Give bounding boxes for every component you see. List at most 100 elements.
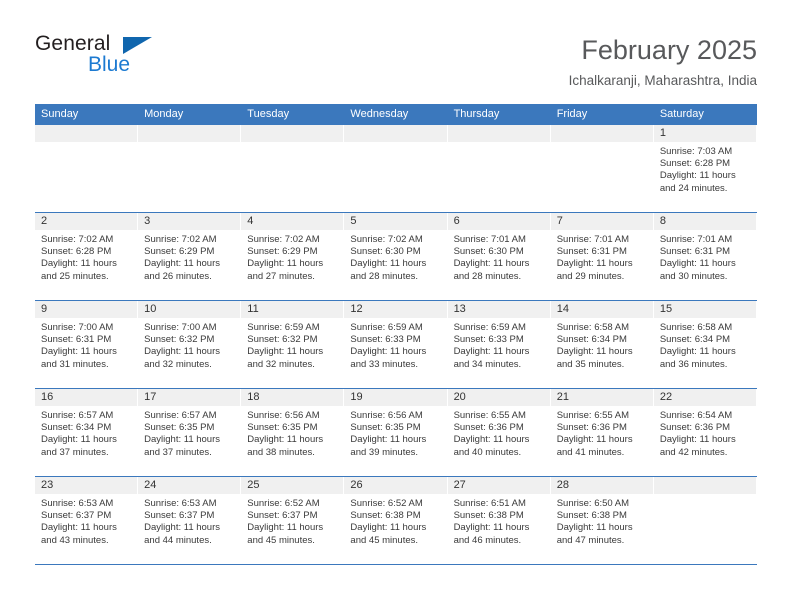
day-sunset-text: Sunset: 6:34 PM [556,334,627,346]
day-sunrise-text: Sunrise: 7:01 AM [453,234,526,245]
calendar-day-cell[interactable]: 21 Sunrise: 6:55 AM Sunset: 6:36 PM Dayligh… [550,389,654,476]
day-daylight-text: and 42 minutes. [659,446,728,458]
day-daylight-text: Daylight: 11 hours [453,258,530,270]
calendar-day-cell[interactable]: 27 Sunrise: 6:51 AM Sunset: 6:38 PM Dayligh… [447,477,551,564]
calendar-day-cell[interactable]: 25 Sunrise: 6:52 AM Sunset: 6:37 PM Dayligh… [241,477,345,564]
day-daylight-text: and 34 minutes. [453,358,522,370]
day-number: 11 [241,301,344,318]
day-sunrise-text: Sunrise: 7:03 AM [659,146,733,157]
calendar-day-cell[interactable]: 12 Sunrise: 6:59 AM Sunset: 6:33 PM Dayligh… [344,301,448,388]
calendar-day-cell[interactable]: 18 Sunrise: 6:56 AM Sunset: 6:35 PM Dayligh… [241,389,345,476]
day-sunset-text: Sunset: 6:35 PM [350,422,421,434]
calendar-day-cell[interactable]: 1 Sunrise: 7:03 AM Sunset: 6:28 PM Daylight… [653,125,757,212]
day-details: Sunrise: 6:57 AM Sunset: 6:34 PM Daylight:… [35,406,137,459]
calendar-day-cell[interactable]: 3 Sunrise: 7:02 AM Sunset: 6:29 PM Daylight… [138,213,242,300]
calendar-day-cell[interactable]: 19 Sunrise: 6:56 AM Sunset: 6:35 PM Dayligh… [344,389,448,476]
calendar-day-cell[interactable]: 6 Sunrise: 7:01 AM Sunset: 6:30 PM Daylight… [447,213,551,300]
day-sunset-text: Sunset: 6:36 PM [556,422,627,434]
calendar-week-row: 9 Sunrise: 7:00 AM Sunset: 6:31 PM Daylight… [35,300,757,388]
calendar-day-cell[interactable]: 23 Sunrise: 6:53 AM Sunset: 6:37 PM Dayligh… [35,477,139,564]
day-details: Sunrise: 7:02 AM Sunset: 6:28 PM Daylight:… [35,230,137,283]
day-details: Sunrise: 7:01 AM Sunset: 6:31 PM Daylight:… [654,230,756,283]
day-daylight-text: and 45 minutes. [350,534,419,546]
day-daylight-text: Daylight: 11 hours [247,346,324,358]
day-daylight-text: Daylight: 11 hours [41,346,117,358]
day-number: 21 [550,389,653,406]
page-header: General Blue February 2025 Ichalkaranji,… [35,33,757,95]
day-details: Sunrise: 6:51 AM Sunset: 6:38 PM Daylight:… [448,494,550,547]
calendar-empty-cell [550,125,654,212]
calendar-day-cell[interactable]: 5 Sunrise: 7:02 AM Sunset: 6:30 PM Daylight… [344,213,448,300]
day-daylight-text: and 36 minutes. [659,358,728,370]
day-number: 18 [241,389,344,406]
day-sunset-text: Sunset: 6:37 PM [144,510,215,522]
calendar-grid: Sunday Monday Tuesday Wednesday Thursday Frid… [35,104,757,565]
day-sunrise-text: Sunrise: 6:55 AM [453,410,526,421]
day-number: 23 [35,477,138,494]
day-details [344,142,446,146]
calendar-day-cell[interactable]: 16 Sunrise: 6:57 AM Sunset: 6:34 PM Dayligh… [35,389,139,476]
day-details: Sunrise: 7:02 AM Sunset: 6:29 PM Daylight:… [241,230,343,283]
day-sunset-text: Sunset: 6:28 PM [41,246,112,258]
day-daylight-text: and 30 minutes. [659,270,728,282]
calendar-day-cell[interactable]: 11 Sunrise: 6:59 AM Sunset: 6:32 PM Dayligh… [241,301,345,388]
calendar-day-cell[interactable]: 13 Sunrise: 6:59 AM Sunset: 6:33 PM Dayligh… [447,301,551,388]
calendar-empty-cell [241,125,345,212]
day-sunrise-text: Sunrise: 7:01 AM [556,234,630,245]
day-number: 19 [344,389,447,406]
calendar-day-cell[interactable]: 9 Sunrise: 7:00 AM Sunset: 6:31 PM Daylight… [35,301,139,388]
day-number [447,125,550,142]
day-sunset-text: Sunset: 6:37 PM [247,510,318,522]
calendar-day-cell[interactable]: 20 Sunrise: 6:55 AM Sunset: 6:36 PM Dayligh… [447,389,551,476]
calendar-day-cell[interactable]: 15 Sunrise: 6:58 AM Sunset: 6:34 PM Dayligh… [653,301,757,388]
calendar-day-cell[interactable]: 4 Sunrise: 7:02 AM Sunset: 6:29 PM Daylight… [241,213,345,300]
day-daylight-text: and 37 minutes. [144,446,212,458]
day-sunset-text: Sunset: 6:33 PM [350,334,421,346]
day-number: 28 [550,477,653,494]
calendar-day-cell[interactable]: 17 Sunrise: 6:57 AM Sunset: 6:35 PM Dayligh… [138,389,242,476]
calendar-day-cell[interactable]: 2 Sunrise: 7:02 AM Sunset: 6:28 PM Daylight… [35,213,139,300]
day-daylight-text: Daylight: 11 hours [659,346,736,358]
day-details: Sunrise: 6:57 AM Sunset: 6:35 PM Daylight:… [138,406,240,459]
day-daylight-text: Daylight: 11 hours [659,170,736,182]
general-blue-logo[interactable]: General Blue [35,33,185,89]
day-details: Sunrise: 6:53 AM Sunset: 6:37 PM Daylight:… [138,494,240,547]
day-sunset-text: Sunset: 6:36 PM [453,422,524,434]
day-daylight-text: and 35 minutes. [556,358,625,370]
day-daylight-text: Daylight: 11 hours [659,258,736,270]
day-sunrise-text: Sunrise: 6:53 AM [41,498,114,509]
calendar-day-cell[interactable]: 24 Sunrise: 6:53 AM Sunset: 6:37 PM Dayligh… [138,477,242,564]
day-number: 8 [653,213,756,230]
day-daylight-text: Daylight: 11 hours [41,522,117,534]
calendar-bottom-rule [35,564,757,565]
calendar-day-cell[interactable]: 14 Sunrise: 6:58 AM Sunset: 6:34 PM Dayligh… [550,301,654,388]
day-sunrise-text: Sunrise: 6:56 AM [247,410,320,421]
calendar-day-cell[interactable]: 22 Sunrise: 6:54 AM Sunset: 6:36 PM Dayligh… [653,389,757,476]
day-sunrise-text: Sunrise: 6:53 AM [144,498,217,509]
calendar-day-cell[interactable]: 8 Sunrise: 7:01 AM Sunset: 6:31 PM Daylight… [653,213,757,300]
day-sunrise-text: Sunrise: 7:00 AM [144,322,217,333]
calendar-day-cell[interactable]: 28 Sunrise: 6:50 AM Sunset: 6:38 PM Dayligh… [550,477,654,564]
day-daylight-text: Daylight: 11 hours [350,346,427,358]
day-daylight-text: Daylight: 11 hours [247,258,324,270]
day-number: 7 [550,213,653,230]
day-number: 9 [35,301,138,318]
day-daylight-text: and 25 minutes. [41,270,109,282]
day-daylight-text: Daylight: 11 hours [350,258,427,270]
day-daylight-text: Daylight: 11 hours [144,346,221,358]
weekday-header-thursday: Thursday [453,108,500,120]
calendar-day-cell[interactable]: 7 Sunrise: 7:01 AM Sunset: 6:31 PM Daylight… [550,213,654,300]
calendar-day-cell[interactable]: 10 Sunrise: 7:00 AM Sunset: 6:32 PM Dayligh… [138,301,242,388]
day-daylight-text: and 33 minutes. [350,358,419,370]
day-daylight-text: and 24 minutes. [659,182,728,194]
day-daylight-text: Daylight: 11 hours [453,434,530,446]
calendar-empty-cell [35,125,139,212]
day-daylight-text: Daylight: 11 hours [556,522,633,534]
day-details: Sunrise: 7:01 AM Sunset: 6:30 PM Daylight:… [448,230,550,283]
calendar-day-cell[interactable]: 26 Sunrise: 6:52 AM Sunset: 6:38 PM Dayligh… [344,477,448,564]
day-daylight-text: and 47 minutes. [556,534,625,546]
day-details: Sunrise: 6:53 AM Sunset: 6:37 PM Daylight:… [35,494,137,547]
day-daylight-text: Daylight: 11 hours [41,434,117,446]
triangle-icon [123,37,152,54]
title-block: February 2025 Ichalkaranji, Maharashtra,… [569,33,757,91]
